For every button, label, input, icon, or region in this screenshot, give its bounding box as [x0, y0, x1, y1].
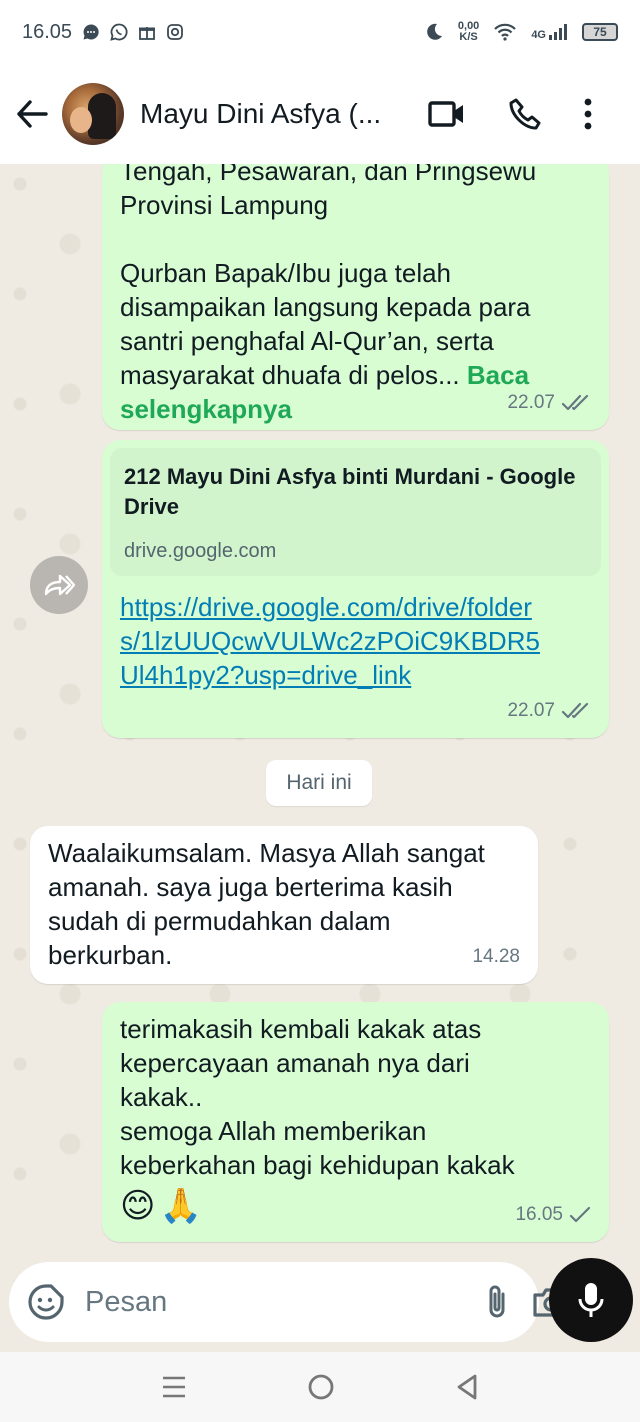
contact-name[interactable]: Mayu Dini Asfya (...: [140, 98, 400, 130]
status-left: 16.05: [22, 21, 184, 44]
video-camera-icon: [428, 101, 463, 127]
chat-header: Mayu Dini Asfya (...: [0, 64, 640, 164]
home-button[interactable]: [307, 1373, 335, 1401]
more-vertical-icon: [584, 98, 592, 130]
link-preview-title: 212 Mayu Dini Asfya binti Murdani - Goog…: [124, 464, 576, 519]
message-time: 14.28: [472, 946, 520, 967]
network-speed: 0,00 K/S: [458, 21, 479, 43]
status-right: 0,00 K/S 4G 75: [424, 21, 618, 43]
message-line: santri penghafal Al-Qur’an, serta: [120, 326, 494, 356]
microphone-icon: [578, 1283, 604, 1317]
recent-apps-button[interactable]: [161, 1375, 187, 1399]
paperclip-icon: [489, 1285, 505, 1318]
incoming-message-bubble[interactable]: Waalaikumsalam. Masya Allah sangat amana…: [30, 826, 538, 984]
voice-message-button[interactable]: [549, 1258, 633, 1342]
single-check-sent-icon: [569, 1206, 591, 1223]
do-not-disturb-moon-icon: [424, 22, 444, 42]
message-text: terimakasih kembali kakak atas kepercaya…: [120, 1012, 590, 1226]
message-meta: 22.07: [507, 386, 591, 420]
attach-button[interactable]: [484, 1284, 510, 1320]
pray-emoji: 🙏: [159, 1187, 202, 1225]
gift-notification-icon: [138, 23, 156, 41]
cellular-signal-icon: 4G: [531, 23, 568, 41]
message-text: Waalaikumsalam. Masya Allah sangat amana…: [48, 838, 485, 970]
contact-avatar[interactable]: [62, 83, 124, 145]
message-time: 16.05: [515, 1204, 563, 1225]
network-speed-unit: K/S: [459, 31, 478, 43]
link-preview-card[interactable]: 212 Mayu Dini Asfya binti Murdani - Goog…: [110, 448, 601, 576]
sticker-button[interactable]: [27, 1283, 65, 1321]
whatsapp-notification-icon: [110, 23, 128, 41]
sticker-icon: [28, 1284, 64, 1320]
message-time: 22.07: [507, 392, 555, 413]
message-composer: [9, 1262, 569, 1342]
forward-button[interactable]: [30, 556, 88, 614]
message-line: semoga Allah memberikan: [120, 1116, 427, 1146]
double-check-read-icon: [561, 394, 589, 411]
message-notification-icon: [82, 23, 100, 41]
message-meta: 14.28: [472, 940, 520, 974]
message-line: Provinsi Lampung: [120, 190, 329, 220]
outgoing-message-bubble[interactable]: Tengah, Pesawaran, dan Pringsewu Provins…: [102, 164, 609, 430]
battery-indicator: 75: [582, 23, 618, 41]
video-call-button[interactable]: [428, 100, 466, 128]
voice-call-button[interactable]: [508, 97, 542, 131]
network-type: 4G: [531, 29, 546, 41]
outgoing-message-bubble[interactable]: terimakasih kembali kakak atas kepercaya…: [102, 1002, 609, 1242]
double-check-read-icon: [561, 702, 589, 719]
phone-icon: [509, 98, 541, 130]
wifi-icon: [493, 23, 517, 41]
forward-arrows-icon: [44, 574, 76, 596]
chat-area[interactable]: Tengah, Pesawaran, dan Pringsewu Provins…: [0, 164, 640, 1350]
date-divider: Hari ini: [266, 760, 372, 806]
message-time: 22.07: [507, 700, 555, 721]
outgoing-link-message-bubble[interactable]: 212 Mayu Dini Asfya binti Murdani - Goog…: [102, 440, 609, 738]
message-link[interactable]: https://drive.google.com/drive/folders/1…: [120, 590, 540, 692]
message-line: terimakasih kembali kakak atas: [120, 1014, 482, 1044]
back-button[interactable]: [12, 94, 52, 134]
status-time: 16.05: [22, 20, 73, 43]
message-line: kepercayaan amanah nya dari: [120, 1048, 470, 1078]
message-line: Tengah, Pesawaran, dan Pringsewu: [120, 164, 537, 186]
home-circle-icon: [308, 1374, 334, 1400]
message-line: [120, 222, 590, 256]
status-bar: 16.05 0,00 K/S 4G 75: [0, 0, 640, 64]
message-meta: 16.05: [515, 1198, 591, 1232]
arrow-left-icon: [17, 100, 48, 128]
header-actions: [428, 97, 592, 131]
message-line: keberkahan bagi kehidupan kakak: [120, 1150, 515, 1180]
back-triangle-icon: [457, 1374, 477, 1400]
instagram-notification-icon: [166, 23, 184, 41]
message-line-text: masyarakat dhuafa di pelos...: [120, 360, 460, 390]
message-meta: 22.07: [507, 694, 591, 728]
message-line: disampaikan langsung kepada para: [120, 292, 531, 322]
message-input[interactable]: [85, 1285, 462, 1319]
back-nav-button[interactable]: [455, 1373, 479, 1401]
message-line: Qurban Bapak/Ibu juga telah: [120, 258, 452, 288]
more-options-button[interactable]: [584, 98, 592, 130]
message-line: kakak..: [120, 1082, 203, 1112]
smile-emoji: 😊: [120, 1187, 156, 1225]
menu-lines-icon: [163, 1376, 185, 1398]
link-preview-domain: drive.google.com: [124, 540, 277, 562]
system-navigation-bar: [0, 1352, 640, 1422]
